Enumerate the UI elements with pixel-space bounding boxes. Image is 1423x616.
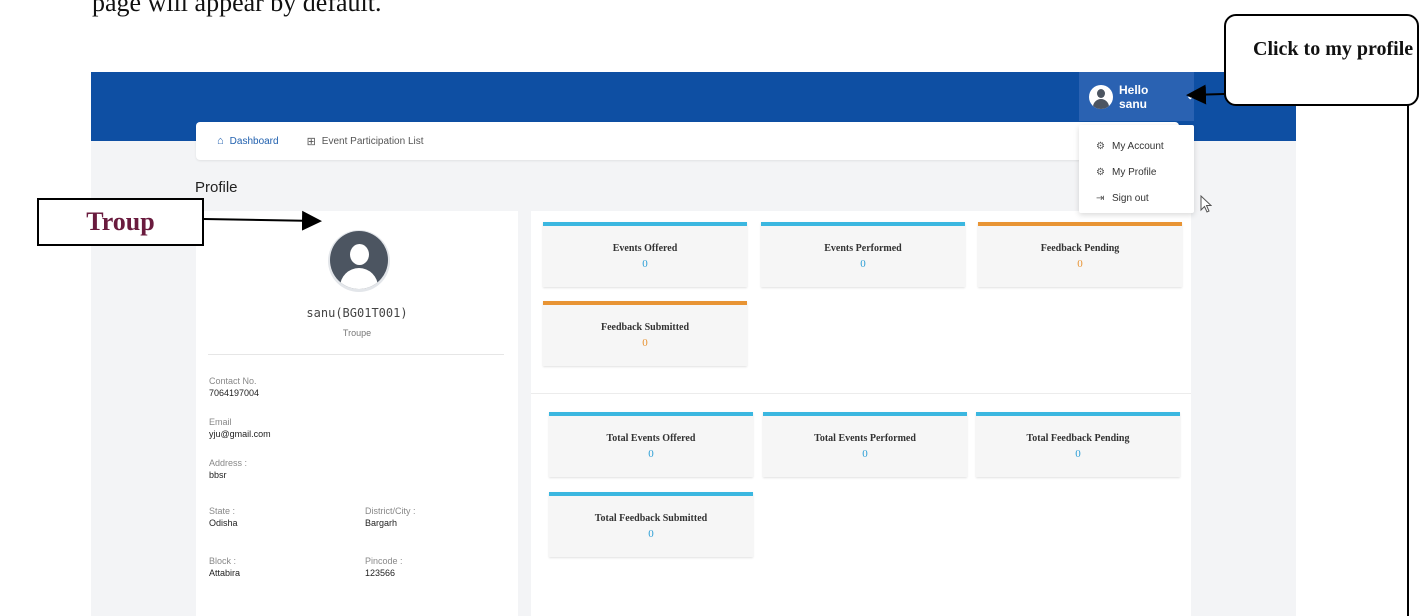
stats-divider <box>531 393 1191 394</box>
profile-role: Troupe <box>342 328 372 338</box>
page-title: Profile <box>195 179 238 196</box>
state-label: State : <box>209 506 236 516</box>
district-label: District/City : <box>365 506 416 516</box>
pincode-value: 123566 <box>365 568 396 578</box>
main-navbar: ⌂ Dashboard ⊞ Event Participation List <box>196 122 1179 160</box>
address-label: Address : <box>209 458 248 468</box>
nav-item-label: Event Participation List <box>321 135 424 147</box>
user-menu-toggle[interactable]: Hello sanu ⌄ <box>1079 72 1194 121</box>
block-label: Block : <box>209 556 237 566</box>
stat-card-total-feedback-submitted: Total Feedback Submitted 0 <box>549 492 753 557</box>
address-value: bbsr <box>209 470 227 480</box>
contact-value: 7064197004 <box>209 388 260 398</box>
profile-name: sanu(BG01T001) <box>306 306 408 320</box>
stat-title: Total Events Performed <box>814 433 916 444</box>
email-field: Email yju@gmail.com <box>209 417 271 439</box>
state-value: Odisha <box>209 518 238 528</box>
home-icon: ⌂ <box>217 135 224 147</box>
stat-value: 0 <box>648 528 654 540</box>
user-greeting: Hello sanu <box>1119 82 1149 111</box>
email-label: Email <box>209 417 232 427</box>
stat-value: 0 <box>1075 448 1081 460</box>
dropdown-item-label: Sign out <box>1112 192 1149 204</box>
stat-title: Feedback Pending <box>1040 243 1120 254</box>
app-window: Hello sanu ⌄ ⌂ Dashboard ⊞ Event Partici… <box>91 72 1296 616</box>
mouse-pointer-icon <box>1200 194 1213 216</box>
district-value: Bargarh <box>365 518 398 528</box>
stat-card-total-events-performed: Total Events Performed 0 <box>763 412 967 477</box>
dropdown-item-my-account[interactable]: ⚙ My Account <box>1079 133 1194 159</box>
stat-value: 0 <box>862 448 868 460</box>
profile-divider <box>208 354 504 355</box>
stat-card-total-events-offered: Total Events Offered 0 <box>549 412 753 477</box>
stats-panel: Events Offered 0 Events Performed 0 Feed… <box>531 211 1191 616</box>
stat-card-feedback-pending: Feedback Pending 0 <box>978 222 1182 287</box>
user-dropdown-menu: ⚙ My Account ⚙ My Profile ⇥ Sign out <box>1079 125 1194 213</box>
dropdown-item-label: My Account <box>1112 140 1164 152</box>
stat-card-events-offered: Events Offered 0 <box>543 222 747 287</box>
stat-value: 0 <box>642 337 648 349</box>
stat-card-total-feedback-pending: Total Feedback Pending 0 <box>976 412 1180 477</box>
stat-card-events-performed: Events Performed 0 <box>761 222 965 287</box>
stat-card-feedback-submitted: Feedback Submitted 0 <box>543 301 747 366</box>
pincode-label: Pincode : <box>365 556 403 566</box>
dropdown-item-my-profile[interactable]: ⚙ My Profile <box>1079 159 1194 185</box>
stat-title: Total Feedback Submitted <box>594 513 708 524</box>
profile-card: sanu(BG01T001) Troupe Contact No. 706419… <box>196 211 518 616</box>
stat-title: Total Events Offered <box>606 433 696 444</box>
sign-out-icon: ⇥ <box>1096 192 1105 204</box>
address-field: Address : bbsr <box>209 458 247 480</box>
district-field: District/City : Bargarh <box>365 506 416 528</box>
contact-field: Contact No. 7064197004 <box>209 376 259 398</box>
grid-icon: ⊞ <box>306 135 316 148</box>
block-field: Block : Attabira <box>209 556 240 578</box>
profile-callout-box: Click to my profile <box>1224 14 1419 106</box>
nav-item-event-participation-list[interactable]: ⊞ Event Participation List <box>307 135 424 148</box>
stat-value: 0 <box>1077 258 1083 270</box>
stat-title: Events Offered <box>612 243 678 254</box>
troup-annotation-label: Troup <box>37 198 204 246</box>
stat-value: 0 <box>860 258 866 270</box>
gear-icon: ⚙ <box>1096 140 1105 152</box>
stat-title: Events Performed <box>824 243 902 254</box>
gear-icon: ⚙ <box>1096 166 1105 178</box>
state-field: State : Odisha <box>209 506 238 528</box>
contact-label: Contact No. <box>209 376 257 386</box>
user-silhouette-icon <box>330 231 388 289</box>
user-avatar-icon <box>1089 84 1113 109</box>
dropdown-item-label: My Profile <box>1112 166 1157 178</box>
profile-avatar <box>328 230 390 292</box>
nav-item-dashboard[interactable]: ⌂ Dashboard <box>217 135 279 147</box>
pincode-field: Pincode : 123566 <box>365 556 403 578</box>
callout-connector-line <box>1407 105 1409 616</box>
stat-value: 0 <box>648 448 654 460</box>
document-intro-line: page will appear by default. <box>92 0 382 17</box>
chevron-down-icon: ⌄ <box>1186 91 1194 101</box>
nav-item-label: Dashboard <box>229 135 279 147</box>
dropdown-item-sign-out[interactable]: ⇥ Sign out <box>1079 185 1194 211</box>
email-value: yju@gmail.com <box>209 429 271 439</box>
stat-title: Feedback Submitted <box>600 322 690 333</box>
stat-value: 0 <box>642 258 648 270</box>
block-value: Attabira <box>209 568 241 578</box>
document-intro-text: page will appear by default. <box>92 0 382 30</box>
stat-title: Total Feedback Pending <box>1026 433 1130 444</box>
